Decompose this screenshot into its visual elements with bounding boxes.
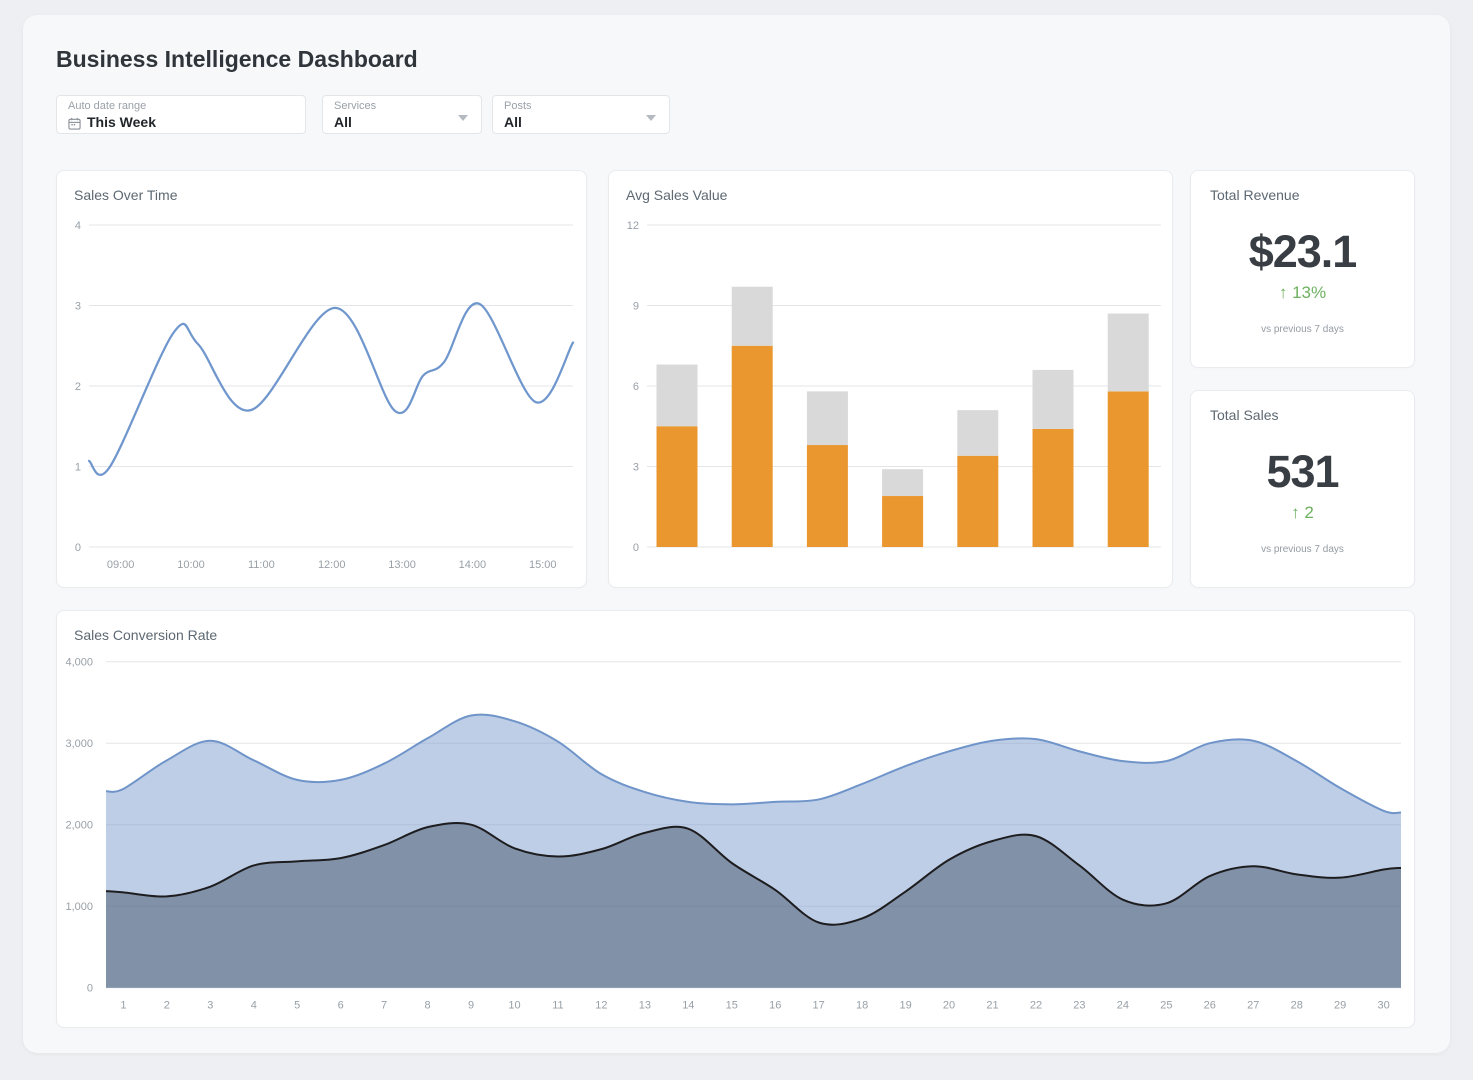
svg-text:27: 27 — [1247, 1000, 1259, 1012]
filter-date-range[interactable]: Auto date range This Week — [56, 95, 306, 134]
svg-text:10:00: 10:00 — [177, 559, 205, 571]
filter-date-value: This Week — [87, 113, 156, 131]
svg-text:0: 0 — [633, 542, 639, 554]
svg-text:1: 1 — [120, 1000, 126, 1012]
svg-text:30: 30 — [1377, 1000, 1389, 1012]
svg-text:15: 15 — [726, 1000, 738, 1012]
page-title: Business Intelligence Dashboard — [56, 46, 418, 73]
svg-text:18: 18 — [856, 1000, 868, 1012]
svg-text:24: 24 — [1117, 1000, 1129, 1012]
card-sales-conversion-rate: Sales Conversion Rate 01,0002,0003,0004,… — [56, 610, 1415, 1028]
svg-text:4: 4 — [75, 220, 81, 232]
svg-text:9: 9 — [633, 301, 639, 313]
svg-text:10: 10 — [508, 1000, 520, 1012]
svg-text:2,000: 2,000 — [65, 820, 93, 832]
svg-text:12: 12 — [627, 220, 639, 232]
svg-text:11:00: 11:00 — [248, 559, 275, 571]
svg-text:2: 2 — [75, 381, 81, 393]
svg-text:29: 29 — [1334, 1000, 1346, 1012]
filter-posts-value: All — [504, 113, 658, 131]
svg-text:5: 5 — [294, 1000, 300, 1012]
svg-text:28: 28 — [1291, 1000, 1303, 1012]
svg-text:14: 14 — [682, 1000, 694, 1012]
svg-text:21: 21 — [986, 1000, 998, 1012]
svg-text:23: 23 — [1073, 1000, 1085, 1012]
svg-text:0: 0 — [87, 983, 93, 995]
svg-text:4: 4 — [251, 1000, 257, 1012]
svg-text:26: 26 — [1204, 1000, 1216, 1012]
svg-text:0: 0 — [75, 542, 81, 554]
card-avg-sales-value: Avg Sales Value 036912 — [608, 170, 1173, 588]
kpi-note: vs previous 7 days — [1191, 544, 1414, 555]
kpi-value: 531 — [1191, 446, 1414, 498]
kpi-card-total-revenue: Total Revenue $23.1 ↑ 13% vs previous 7 … — [1190, 170, 1415, 368]
kpi-value: $23.1 — [1191, 226, 1414, 278]
kpi-delta-up: ↑ 13% — [1191, 283, 1414, 303]
svg-text:11: 11 — [552, 1000, 563, 1012]
svg-text:09:00: 09:00 — [107, 559, 135, 571]
svg-text:25: 25 — [1160, 1000, 1172, 1012]
chevron-down-icon — [646, 115, 656, 121]
svg-text:9: 9 — [468, 1000, 474, 1012]
svg-text:16: 16 — [769, 1000, 781, 1012]
filter-services[interactable]: Services All — [322, 95, 482, 134]
filter-label: Services — [334, 100, 470, 113]
svg-text:7: 7 — [381, 1000, 387, 1012]
calendar-icon — [68, 116, 81, 129]
svg-text:2: 2 — [164, 1000, 170, 1012]
dashboard-container: Business Intelligence Dashboard Auto dat… — [23, 15, 1450, 1053]
kpi-delta-up: ↑ 2 — [1191, 503, 1414, 523]
svg-text:3,000: 3,000 — [65, 738, 93, 750]
kpi-note: vs previous 7 days — [1191, 324, 1414, 335]
svg-text:3: 3 — [75, 301, 81, 313]
kpi-card-total-sales: Total Sales 531 ↑ 2 vs previous 7 days — [1190, 390, 1415, 588]
svg-text:6: 6 — [633, 381, 639, 393]
svg-text:13: 13 — [639, 1000, 651, 1012]
svg-text:22: 22 — [1030, 1000, 1042, 1012]
svg-text:1: 1 — [75, 462, 81, 474]
chevron-down-icon — [458, 115, 468, 121]
svg-text:12: 12 — [595, 1000, 607, 1012]
svg-text:12:00: 12:00 — [318, 559, 346, 571]
filter-posts[interactable]: Posts All — [492, 95, 670, 134]
svg-text:8: 8 — [425, 1000, 431, 1012]
card-sales-over-time: Sales Over Time 0123409:0010:0011:0012:0… — [56, 170, 587, 588]
svg-text:13:00: 13:00 — [388, 559, 416, 571]
svg-text:19: 19 — [899, 1000, 911, 1012]
filter-services-value: All — [334, 113, 470, 131]
filter-value: This Week — [68, 113, 294, 131]
svg-text:17: 17 — [813, 1000, 825, 1012]
svg-text:14:00: 14:00 — [459, 559, 487, 571]
kpi-title: Total Revenue — [1210, 187, 1300, 203]
kpi-title: Total Sales — [1210, 407, 1278, 423]
svg-text:3: 3 — [633, 462, 639, 474]
filter-label: Auto date range — [68, 100, 294, 113]
filter-label: Posts — [504, 100, 658, 113]
svg-text:3: 3 — [207, 1000, 213, 1012]
svg-text:1,000: 1,000 — [65, 901, 93, 913]
svg-text:6: 6 — [338, 1000, 344, 1012]
svg-text:20: 20 — [943, 1000, 955, 1012]
svg-text:4,000: 4,000 — [65, 657, 93, 669]
svg-text:15:00: 15:00 — [529, 559, 557, 571]
